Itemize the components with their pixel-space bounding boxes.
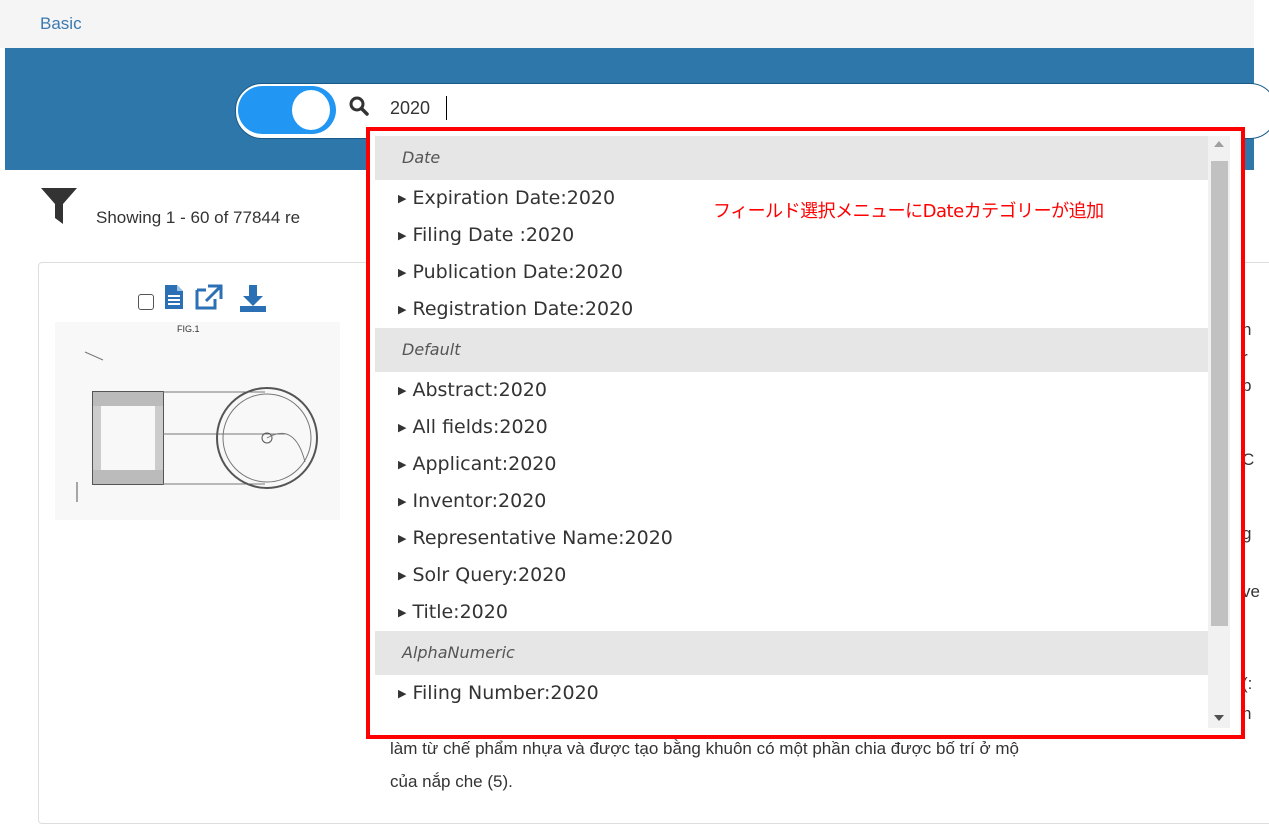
document-icon[interactable] (164, 284, 184, 310)
field-option[interactable]: ▶ Abstract:2020 (375, 372, 1208, 409)
caret-right-icon: ▶ (398, 532, 407, 545)
field-option-label: Expiration Date:2020 (412, 187, 616, 209)
caret-right-icon: ▶ (398, 229, 407, 242)
field-option[interactable]: ▶ Representative Name:2020 (375, 520, 1208, 557)
toggle-knob[interactable] (292, 90, 330, 130)
results-count: Showing 1 - 60 of 77844 re (96, 208, 301, 227)
field-option-label: Publication Date:2020 (412, 261, 623, 283)
field-option-label: Representative Name:2020 (412, 527, 673, 549)
caret-right-icon: ▶ (398, 458, 407, 471)
field-option-label: All fields:2020 (412, 416, 548, 438)
filter-icon[interactable] (40, 186, 78, 226)
category-date: Date (375, 136, 1208, 180)
caret-right-icon: ▶ (398, 266, 407, 279)
field-option-label: Inventor:2020 (412, 490, 547, 512)
scroll-down-arrow-icon[interactable] (1214, 715, 1224, 721)
caret-right-icon: ▶ (398, 303, 407, 316)
field-option-label: Title:2020 (412, 601, 508, 623)
caret-right-icon: ▶ (398, 606, 407, 619)
search-input[interactable] (390, 94, 590, 122)
category-default: Default (375, 328, 1208, 372)
field-option-label: Filing Date :2020 (412, 224, 575, 246)
caret-right-icon: ▶ (398, 495, 407, 508)
field-selection-menu: Date ▶ Expiration Date:2020 ▶ Filing Date … (366, 127, 1245, 739)
abstract-line: của nắp che (5). (390, 772, 513, 791)
field-option[interactable]: ▶ Inventor:2020 (375, 483, 1208, 520)
caret-right-icon: ▶ (398, 384, 407, 397)
caret-right-icon: ▶ (398, 687, 407, 700)
field-option-label: Filing Number:2020 (412, 682, 599, 704)
scrollbar-thumb[interactable] (1211, 161, 1228, 626)
external-link-icon[interactable] (194, 284, 224, 310)
field-option[interactable]: ▶ Publication Date:2020 (375, 254, 1208, 291)
caret-right-icon: ▶ (398, 192, 407, 205)
text-caret (446, 96, 447, 120)
field-option[interactable]: ▶ Filing Number:2020 (375, 675, 1208, 712)
annotation-callout: フィールド選択メニューにDateカテゴリーが追加 (713, 201, 1104, 222)
select-checkbox[interactable] (138, 294, 154, 310)
patent-drawing-thumbnail[interactable]: FIG.1 (55, 322, 340, 520)
scroll-up-arrow-icon[interactable] (1214, 141, 1224, 147)
category-alphanumeric: AlphaNumeric (375, 631, 1208, 675)
field-option[interactable]: ▶ Applicant:2020 (375, 446, 1208, 483)
abstract-text: làm từ chế phẩm nhựa và được tạo bằng kh… (390, 732, 1019, 798)
download-icon[interactable] (238, 284, 268, 312)
caret-right-icon: ▶ (398, 569, 407, 582)
field-option[interactable]: ▶ Registration Date:2020 (375, 291, 1208, 328)
top-tab-bar: Basic (0, 0, 1254, 48)
caret-right-icon: ▶ (398, 421, 407, 434)
figure-label: FIG.1 (177, 324, 200, 334)
field-option[interactable]: ▶ Solr Query:2020 (375, 557, 1208, 594)
field-option[interactable]: ▶ Title:2020 (375, 594, 1208, 631)
field-option[interactable]: ▶ All fields:2020 (375, 409, 1208, 446)
search-icon (349, 96, 369, 116)
field-option-label: Applicant:2020 (412, 453, 557, 475)
field-option-label: Registration Date:2020 (412, 298, 634, 320)
field-option-label: Solr Query:2020 (412, 564, 567, 586)
tab-basic[interactable]: Basic (40, 14, 82, 34)
field-option-label: Abstract:2020 (412, 379, 547, 401)
